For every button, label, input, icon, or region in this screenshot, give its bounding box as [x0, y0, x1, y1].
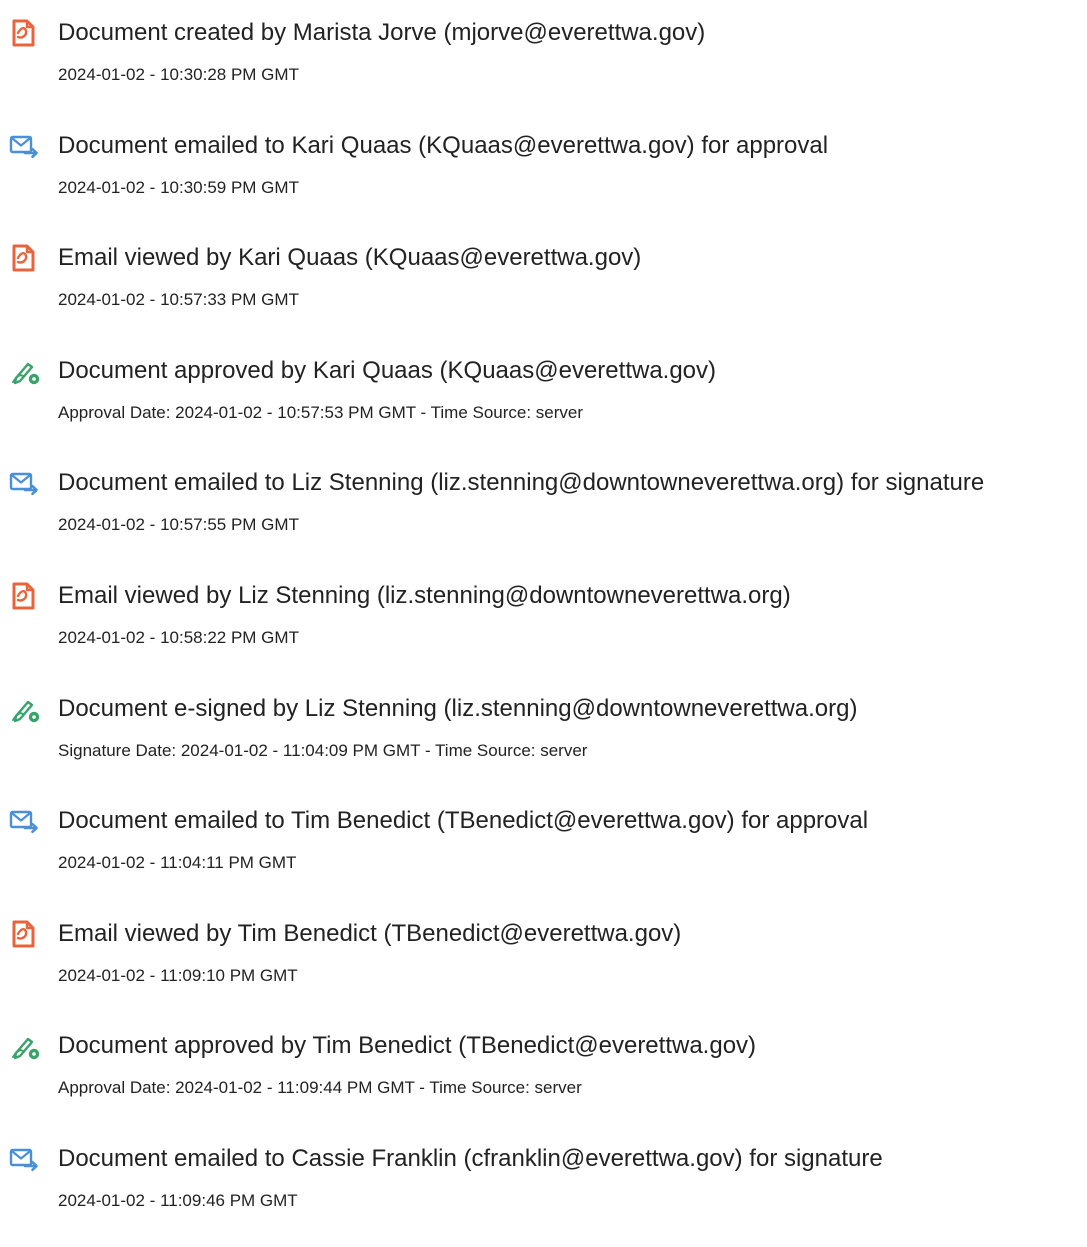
entry-timestamp: 2024-01-02 - 10:57:55 PM GMT — [58, 515, 299, 535]
log-entry: Email viewed by Kari Quaas (KQuaas@evere… — [0, 233, 1087, 346]
entry-text: Email viewed by Liz Stenning (liz.stenni… — [58, 581, 791, 609]
entry-timestamp: 2024-01-02 - 11:09:46 PM GMT — [58, 1190, 298, 1210]
entry-timestamp: Approval Date: 2024-01-02 - 11:09:44 PM … — [58, 1078, 582, 1098]
log-entry: Email viewed by Tim Benedict (TBenedict@… — [0, 909, 1087, 1022]
document-icon — [8, 243, 42, 273]
entry-timestamp: Signature Date: 2024-01-02 - 11:04:09 PM… — [58, 740, 588, 760]
entry-text: Document created by Marista Jorve (mjorv… — [58, 19, 706, 46]
entry-text: Document emailed to Cassie Franklin (cfr… — [58, 1144, 883, 1172]
entry-text: Document approved by Tim Benedict (TBene… — [58, 1032, 757, 1060]
log-entry: Document emailed to Cassie Franklin (cfr… — [0, 1134, 1087, 1247]
log-entry: Document e-signed by Liz Stenning (liz.s… — [0, 684, 1087, 797]
document-icon — [8, 581, 42, 611]
email-send-icon — [8, 131, 42, 161]
entry-timestamp: Approval Date: 2024-01-02 - 10:57:53 PM … — [58, 402, 584, 422]
log-entry: Document approved by Tim Benedict (TBene… — [0, 1021, 1087, 1134]
entry-timestamp: 2024-01-02 - 11:09:10 PM GMT — [58, 965, 298, 985]
log-entry: Document created by Marista Jorve (mjorv… — [0, 8, 1087, 121]
email-send-icon — [8, 468, 42, 498]
log-entry: Document emailed to Liz Stenning (liz.st… — [0, 458, 1087, 571]
entry-text: Email viewed by Kari Quaas (KQuaas@evere… — [58, 244, 642, 272]
entry-timestamp: 2024-01-02 - 10:57:33 PM GMT — [58, 290, 299, 310]
pen-sign-icon — [8, 694, 42, 724]
log-entry: Document emailed to Kari Quaas (KQuaas@e… — [0, 121, 1087, 234]
entry-timestamp: 2024-01-02 - 10:30:28 PM GMT — [58, 65, 299, 84]
entry-text: Document e-signed by Liz Stenning (liz.s… — [58, 694, 858, 722]
log-entry: Email viewed by Liz Stenning (liz.stenni… — [0, 571, 1087, 684]
document-icon — [8, 919, 42, 949]
email-send-icon — [8, 1144, 42, 1174]
log-entry: Document approved by Kari Quaas (KQuaas@… — [0, 346, 1087, 459]
document-icon — [8, 18, 42, 48]
entry-timestamp: 2024-01-02 - 10:30:59 PM GMT — [58, 177, 299, 197]
entry-text: Document emailed to Liz Stenning (liz.st… — [58, 469, 985, 497]
log-entry: Document emailed to Tim Benedict (TBened… — [0, 796, 1087, 909]
pen-sign-icon — [8, 356, 42, 386]
entry-text: Email viewed by Tim Benedict (TBenedict@… — [58, 919, 682, 947]
entry-timestamp: 2024-01-02 - 10:58:22 PM GMT — [58, 627, 299, 647]
entry-timestamp: 2024-01-02 - 11:04:11 PM GMT — [58, 853, 297, 873]
entry-text: Document emailed to Tim Benedict (TBened… — [58, 807, 869, 835]
entry-text: Document approved by Kari Quaas (KQuaas@… — [58, 356, 717, 384]
pen-sign-icon — [8, 1031, 42, 1061]
email-send-icon — [8, 806, 42, 836]
audit-log: Document created by Marista Jorve (mjorv… — [0, 8, 1087, 1247]
entry-text: Document emailed to Kari Quaas (KQuaas@e… — [58, 131, 829, 159]
